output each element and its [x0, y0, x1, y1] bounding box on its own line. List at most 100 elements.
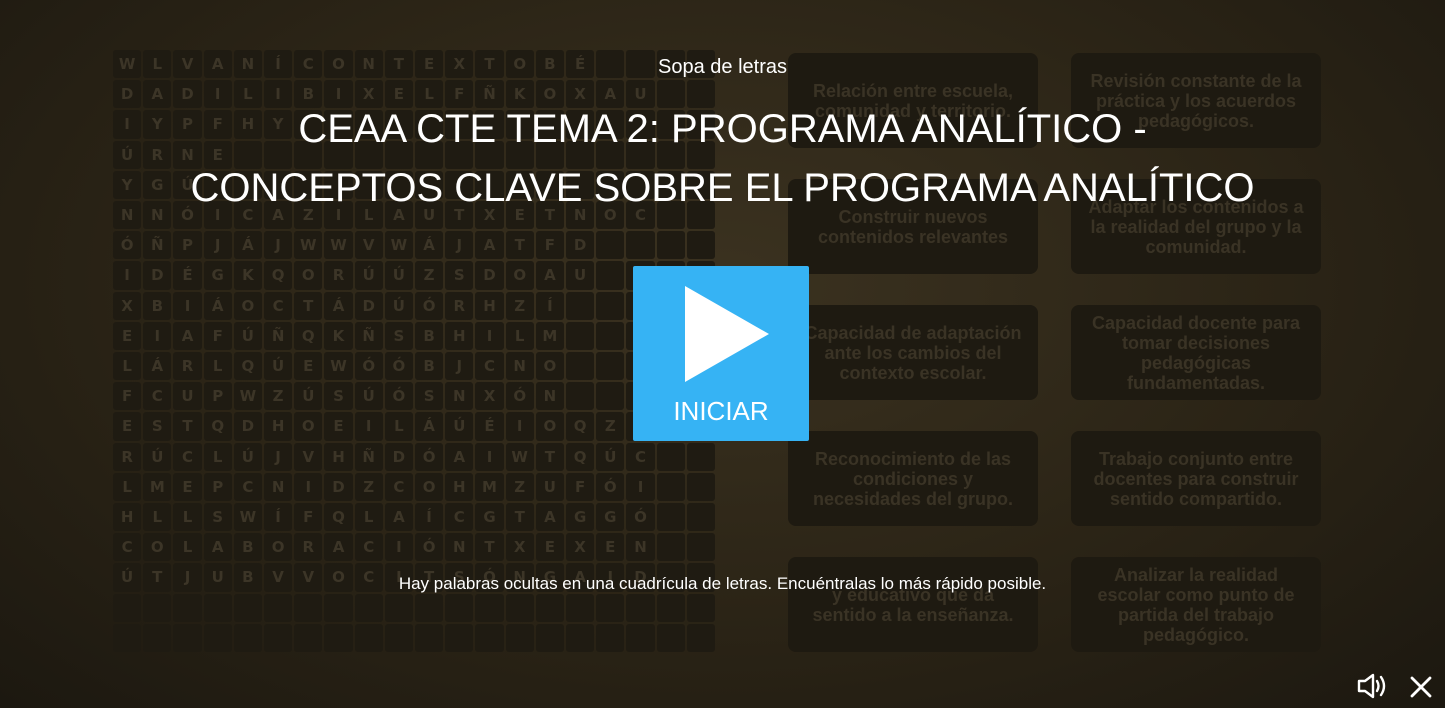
grid-cell[interactable]: D: [324, 472, 353, 501]
grid-cell[interactable]: [415, 593, 444, 622]
grid-cell[interactable]: Ú: [143, 442, 172, 471]
grid-cell[interactable]: V: [354, 231, 383, 260]
grid-cell[interactable]: [113, 593, 142, 622]
grid-cell[interactable]: Q: [264, 261, 293, 290]
grid-cell[interactable]: W: [233, 382, 262, 411]
grid-cell[interactable]: O: [294, 412, 323, 441]
grid-cell[interactable]: O: [415, 472, 444, 501]
grid-cell[interactable]: M: [143, 472, 172, 501]
grid-cell[interactable]: C: [626, 442, 655, 471]
grid-cell[interactable]: O: [294, 261, 323, 290]
grid-cell[interactable]: Ó: [113, 231, 142, 260]
grid-cell[interactable]: [596, 623, 625, 652]
grid-cell[interactable]: L: [113, 352, 142, 381]
grid-cell[interactable]: H: [475, 291, 504, 320]
grid-cell[interactable]: [596, 321, 625, 350]
grid-cell[interactable]: Á: [415, 412, 444, 441]
grid-cell[interactable]: J: [264, 231, 293, 260]
grid-cell[interactable]: I: [173, 291, 202, 320]
grid-cell[interactable]: O: [233, 291, 262, 320]
grid-cell[interactable]: [324, 623, 353, 652]
grid-cell[interactable]: R: [324, 261, 353, 290]
grid-cell[interactable]: Z: [596, 412, 625, 441]
grid-cell[interactable]: [294, 593, 323, 622]
grid-cell[interactable]: N: [113, 201, 142, 230]
grid-cell[interactable]: [324, 593, 353, 622]
grid-cell[interactable]: R: [294, 533, 323, 562]
grid-cell[interactable]: N: [535, 382, 564, 411]
grid-cell[interactable]: F: [203, 321, 232, 350]
grid-cell[interactable]: T: [173, 412, 202, 441]
grid-cell[interactable]: [656, 442, 685, 471]
grid-cell[interactable]: Ó: [415, 291, 444, 320]
grid-cell[interactable]: O: [535, 412, 564, 441]
grid-cell[interactable]: [686, 533, 715, 562]
grid-cell[interactable]: E: [596, 533, 625, 562]
grid-cell[interactable]: Á: [324, 291, 353, 320]
grid-cell[interactable]: É: [173, 261, 202, 290]
grid-cell[interactable]: [686, 503, 715, 532]
grid-cell[interactable]: Á: [203, 291, 232, 320]
grid-cell[interactable]: U: [535, 472, 564, 501]
grid-cell[interactable]: [173, 593, 202, 622]
grid-cell[interactable]: F: [566, 472, 595, 501]
grid-cell[interactable]: [415, 623, 444, 652]
grid-cell[interactable]: I: [626, 472, 655, 501]
grid-cell[interactable]: Ñ: [264, 321, 293, 350]
grid-cell[interactable]: J: [445, 231, 474, 260]
grid-cell[interactable]: Z: [505, 291, 534, 320]
grid-cell[interactable]: Y: [143, 110, 172, 139]
grid-cell[interactable]: Ú: [354, 382, 383, 411]
grid-cell[interactable]: B: [143, 291, 172, 320]
grid-cell[interactable]: [566, 382, 595, 411]
grid-cell[interactable]: G: [475, 503, 504, 532]
grid-cell[interactable]: [566, 623, 595, 652]
grid-cell[interactable]: [384, 623, 413, 652]
grid-cell[interactable]: [686, 231, 715, 260]
grid-cell[interactable]: Y: [113, 170, 142, 199]
grid-cell[interactable]: O: [535, 352, 564, 381]
grid-cell[interactable]: B: [233, 533, 262, 562]
grid-cell[interactable]: Ñ: [354, 321, 383, 350]
grid-cell[interactable]: Q: [294, 321, 323, 350]
grid-cell[interactable]: [596, 593, 625, 622]
grid-cell[interactable]: [686, 442, 715, 471]
grid-cell[interactable]: Á: [233, 231, 262, 260]
grid-cell[interactable]: [505, 593, 534, 622]
grid-cell[interactable]: Ó: [415, 533, 444, 562]
grid-cell[interactable]: R: [445, 291, 474, 320]
grid-cell[interactable]: H: [113, 503, 142, 532]
grid-cell[interactable]: L: [143, 503, 172, 532]
grid-cell[interactable]: S: [384, 321, 413, 350]
grid-cell[interactable]: N: [445, 382, 474, 411]
grid-cell[interactable]: S: [415, 382, 444, 411]
grid-cell[interactable]: I: [143, 321, 172, 350]
grid-cell[interactable]: Ú: [354, 261, 383, 290]
grid-cell[interactable]: S: [143, 412, 172, 441]
grid-cell[interactable]: S: [324, 382, 353, 411]
grid-cell[interactable]: C: [143, 382, 172, 411]
grid-cell[interactable]: I: [354, 412, 383, 441]
grid-cell[interactable]: [354, 623, 383, 652]
grid-cell[interactable]: C: [475, 352, 504, 381]
grid-cell[interactable]: [566, 321, 595, 350]
grid-cell[interactable]: Ó: [384, 382, 413, 411]
grid-cell[interactable]: A: [324, 533, 353, 562]
grid-cell[interactable]: L: [505, 321, 534, 350]
grid-cell[interactable]: [354, 593, 383, 622]
grid-cell[interactable]: É: [475, 412, 504, 441]
grid-cell[interactable]: C: [113, 533, 142, 562]
grid-cell[interactable]: T: [294, 291, 323, 320]
grid-cell[interactable]: N: [626, 533, 655, 562]
grid-cell[interactable]: W: [294, 231, 323, 260]
grid-cell[interactable]: E: [535, 533, 564, 562]
grid-cell[interactable]: Q: [203, 412, 232, 441]
grid-cell[interactable]: I: [475, 442, 504, 471]
grid-cell[interactable]: Ó: [354, 352, 383, 381]
grid-cell[interactable]: J: [264, 442, 293, 471]
grid-cell[interactable]: [656, 533, 685, 562]
grid-cell[interactable]: Í: [535, 291, 564, 320]
grid-cell[interactable]: H: [445, 321, 474, 350]
grid-cell[interactable]: Ó: [415, 442, 444, 471]
grid-cell[interactable]: H: [324, 442, 353, 471]
